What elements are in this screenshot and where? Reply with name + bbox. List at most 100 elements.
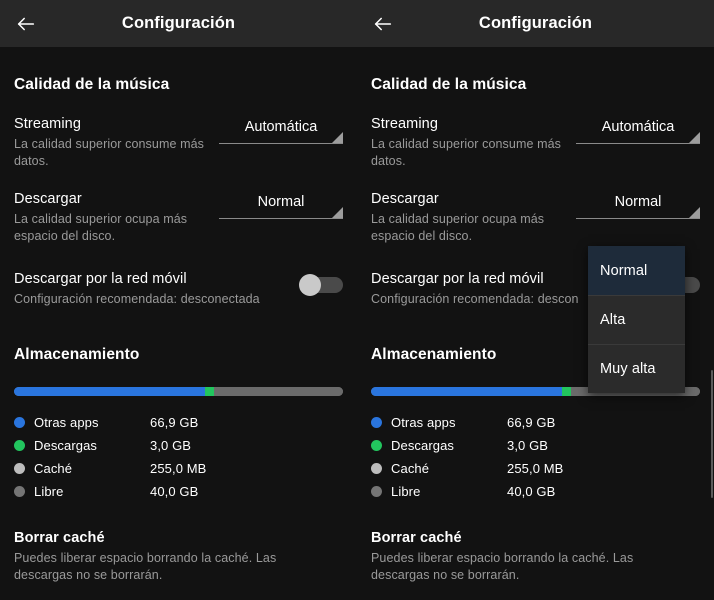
setting-row-download-quality: Descargar La calidad superior ocupa más … (14, 190, 343, 244)
legend-label: Libre (391, 484, 421, 499)
page-title: Configuración (121, 14, 236, 32)
setting-row-mobile-download: Descargar por la red móvil Configuración… (14, 270, 343, 310)
legend-item: Caché 255,0 MB (14, 457, 343, 480)
legend-value: 66,9 GB (507, 415, 556, 430)
legend-label: Otras apps (34, 415, 99, 430)
download-quality-texts: Descargar La calidad superior ocupa más … (371, 190, 576, 244)
streaming-texts: Streaming La calidad superior consume má… (371, 115, 576, 169)
storage-bar-segment (14, 387, 206, 396)
legend-item: Descargas 3,0 GB (371, 434, 700, 457)
dropdown-option-alta[interactable]: Alta (588, 295, 685, 344)
legend-color-dot (371, 463, 382, 474)
legend-value: 40,0 GB (150, 484, 199, 499)
storage-legend: Otras apps 66,9 GB Descargas 3,0 GB Caché 255… (371, 411, 700, 503)
download-quality-dropdown-menu[interactable]: Normal Alta Muy alta (588, 246, 685, 393)
music-quality-section: Calidad de la música Streaming La calida… (14, 47, 343, 310)
legend-label: Otras apps (391, 415, 456, 430)
streaming-description: La calidad superior consume más datos. (371, 137, 562, 168)
download-quality-label: Descargar (14, 191, 82, 207)
download-quality-texts: Descargar La calidad superior ocupa más … (14, 190, 219, 244)
spinner-underline (219, 218, 343, 219)
mobile-download-label: Descargar por la red móvil (14, 271, 187, 287)
legend-value: 66,9 GB (150, 415, 199, 430)
clear-cache-description: Puedes liberar espacio borrando la caché… (14, 551, 277, 582)
music-quality-heading: Calidad de la música (371, 76, 527, 93)
legend-color-dot (371, 486, 382, 497)
legend-item: Caché 255,0 MB (371, 457, 700, 480)
storage-bar-segment (562, 387, 572, 396)
toggle-knob (299, 274, 321, 296)
legend-item: Libre 40,0 GB (14, 480, 343, 503)
legend-value: 255,0 MB (507, 461, 564, 476)
download-quality-dropdown[interactable]: Normal (576, 190, 700, 219)
legend-value: 3,0 GB (507, 438, 549, 453)
legend-label: Descargas (34, 438, 98, 453)
legend-value: 255,0 MB (150, 461, 207, 476)
settings-screen-left: Configuración Calidad de la música Strea… (0, 0, 357, 600)
chevron-down-icon (332, 132, 343, 143)
page-title: Configuración (478, 14, 593, 32)
download-quality-label: Descargar (371, 191, 439, 207)
streaming-label: Streaming (371, 116, 438, 132)
download-quality-description: La calidad superior ocupa más espacio de… (14, 212, 188, 243)
clear-cache-section[interactable]: Borrar caché Puedes liberar espacio borr… (371, 503, 700, 584)
storage-legend: Otras apps 66,9 GB Descargas 3,0 GB Caché 255… (14, 411, 343, 503)
streaming-quality-dropdown[interactable]: Automática (576, 115, 700, 144)
chevron-down-icon (332, 207, 343, 218)
app-bar: Configuración (357, 0, 714, 47)
storage-heading: Almacenamiento (14, 346, 140, 363)
dropdown-option-muy-alta[interactable]: Muy alta (588, 344, 685, 393)
music-quality-heading: Calidad de la música (14, 76, 170, 93)
mobile-download-texts: Descargar por la red móvil Configuración… (14, 270, 274, 308)
download-quality-description: La calidad superior ocupa más espacio de… (371, 212, 545, 243)
streaming-label: Streaming (14, 116, 81, 132)
legend-label: Descargas (391, 438, 455, 453)
legend-item: Libre 40,0 GB (371, 480, 700, 503)
clear-cache-label: Borrar caché (371, 530, 462, 546)
legend-color-dot (14, 440, 25, 451)
streaming-texts: Streaming La calidad superior consume má… (14, 115, 219, 169)
legend-value: 40,0 GB (507, 484, 556, 499)
spinner-underline (219, 143, 343, 144)
arrow-left-icon (15, 13, 37, 35)
setting-row-download-quality: Descargar La calidad superior ocupa más … (371, 190, 700, 244)
mobile-download-description: Configuración recomendada: desconectada (14, 292, 260, 306)
storage-bar-segment (214, 387, 343, 396)
clear-cache-section[interactable]: Borrar caché Puedes liberar espacio borr… (14, 503, 343, 584)
mobile-download-description: Configuración recomendada: descon (371, 292, 579, 306)
streaming-quality-value: Automática (244, 119, 318, 135)
chevron-down-icon (689, 207, 700, 218)
legend-value: 3,0 GB (150, 438, 192, 453)
settings-screen-right: Configuración Calidad de la música Strea… (357, 0, 714, 600)
legend-label: Caché (34, 461, 73, 476)
legend-item: Otras apps 66,9 GB (14, 411, 343, 434)
streaming-quality-dropdown[interactable]: Automática (219, 115, 343, 144)
download-quality-dropdown[interactable]: Normal (219, 190, 343, 219)
back-button[interactable] (4, 2, 48, 46)
settings-content: Calidad de la música Streaming La calida… (0, 47, 357, 584)
setting-row-streaming: Streaming La calidad superior consume má… (14, 115, 343, 169)
dual-screenshot-container: Configuración Calidad de la música Strea… (0, 0, 714, 600)
setting-row-streaming: Streaming La calidad superior consume má… (371, 115, 700, 169)
legend-item: Otras apps 66,9 GB (371, 411, 700, 434)
mobile-download-toggle[interactable] (299, 274, 343, 296)
legend-label: Libre (34, 484, 64, 499)
streaming-quality-value: Automática (601, 119, 675, 135)
arrow-left-icon (372, 13, 394, 35)
streaming-description: La calidad superior consume más datos. (14, 137, 205, 168)
clear-cache-label: Borrar caché (14, 530, 105, 546)
storage-bar (14, 387, 343, 396)
download-quality-value: Normal (257, 194, 305, 210)
storage-bar-segment (205, 387, 215, 396)
download-quality-value: Normal (614, 194, 662, 210)
legend-color-dot (14, 463, 25, 474)
back-button[interactable] (361, 2, 405, 46)
legend-color-dot (371, 417, 382, 428)
clear-cache-description: Puedes liberar espacio borrando la caché… (371, 551, 634, 582)
storage-section: Almacenamiento Otras apps 66,9 GB Descarga… (14, 310, 343, 503)
app-bar: Configuración (0, 0, 357, 47)
spinner-underline (576, 218, 700, 219)
legend-item: Descargas 3,0 GB (14, 434, 343, 457)
dropdown-option-normal[interactable]: Normal (588, 246, 685, 295)
spinner-underline (576, 143, 700, 144)
